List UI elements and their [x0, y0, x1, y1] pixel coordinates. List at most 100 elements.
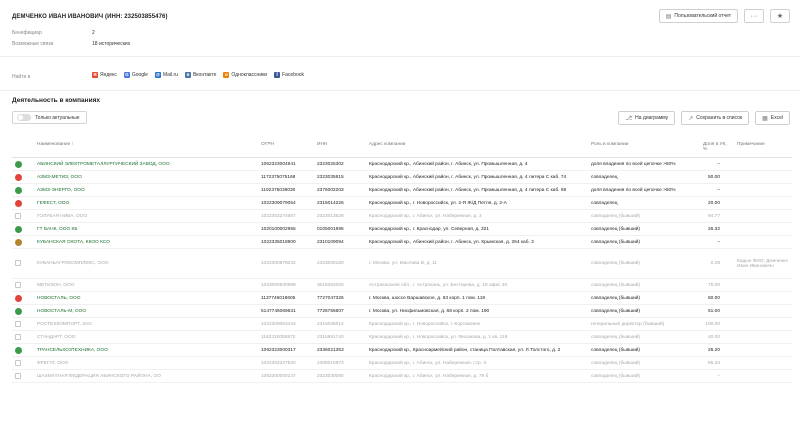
cell-share: 100.00 — [700, 317, 734, 331]
cell-name[interactable]: НОВОСТАЛЬ, ООО — [34, 291, 258, 305]
cell-ogrn: 1082300000147 — [258, 369, 314, 383]
table-row[interactable]: НОВОСТАЛЬ, ООО 1137746018605 7727047326 г. … — [12, 291, 792, 305]
column-header-inn[interactable]: ИНН — [314, 138, 366, 158]
cell-address: г. Москва, ул. Маслова В, д. 11 — [366, 248, 588, 279]
table-row[interactable]: ГЕФЕСТ, ООО 1022309079054 2315014226 Красно… — [12, 196, 792, 210]
search-link[interactable]: G Google — [123, 72, 148, 78]
cell-role: совладелец (бывший) — [588, 343, 700, 357]
table-body: АБИНСКИЙ ЭЛЕКТРОМЕТАЛЛУРГИЧЕСКИЙ ЗАВОД, … — [12, 157, 792, 383]
cell-note — [734, 343, 792, 357]
status-cell — [12, 170, 34, 184]
toggle-switch[interactable] — [17, 114, 31, 121]
cell-ogrn: 1092323000317 — [258, 343, 314, 357]
column-header-role[interactable]: Роль в компании — [588, 138, 700, 158]
table-row[interactable]: ФРЕГАТ, ООО 1022302327520 2308015973 Красно… — [12, 356, 792, 370]
table-row[interactable]: КУБАНЬАГРОКОМПЛЕКС, ООО 1022300879032 2323… — [12, 248, 792, 279]
table-row[interactable]: РОСТЕХКОМПОРТ, ЗАО 1022309053443 231503501… — [12, 317, 792, 331]
cell-share: 40.00 — [700, 330, 734, 344]
cell-inn: 2323030080 — [314, 369, 366, 383]
search-link[interactable]: о Одноклассники — [223, 72, 267, 78]
cell-name[interactable]: НОВОСТАЛЬ-М, ООО — [34, 304, 258, 318]
cell-address: Краснодарский кр., Абинский район, г. Аб… — [366, 170, 588, 184]
column-header-share[interactable]: Доля в УК, % — [700, 138, 734, 158]
more-button[interactable]: ··· — [744, 9, 764, 23]
yandex-icon: Я — [92, 72, 98, 78]
cell-inn: 2315014226 — [314, 196, 366, 210]
cell-name[interactable]: РОСТЕХКОМПОРТ, ЗАО — [34, 317, 258, 331]
cell-name[interactable]: СТАНДАРТ, ООО — [34, 330, 258, 344]
cell-name[interactable]: АБИНСКИЙ ЭЛЕКТРОМЕТАЛЛУРГИЧЕСКИЙ ЗАВОД, … — [34, 157, 258, 171]
cell-name[interactable]: ТРАНСЕЛЬХОЗТЕХНИКА, ООО — [34, 343, 258, 357]
cell-inn: 7726755607 — [314, 304, 366, 318]
cell-name[interactable]: АЗМЗ-МЕТИЗ, ООО — [34, 170, 258, 184]
table-row[interactable]: ШАХМАТНАЯ ФЕДЕРАЦИЯ АБИНСКОГО РАЙОНА, ОО… — [12, 369, 792, 383]
report-icon: ▤ — [665, 13, 672, 20]
table-row[interactable]: МЕТИЗОН, ООО 1023000830999 3015062020 Астра… — [12, 278, 792, 292]
cell-address: Краснодарский кр., Красноармейский район… — [366, 343, 588, 357]
search-link[interactable]: @ Mail.ru — [154, 72, 178, 78]
companies-table: Наименование ↑ ОГРН ИНН Адрес компании Р… — [12, 138, 792, 383]
find-in-label: Найти в — [12, 74, 31, 80]
cell-name[interactable]: ГТ БАНК, ООО КБ — [34, 222, 258, 236]
cell-ogrn: 1022303274667 — [258, 209, 314, 223]
table-row[interactable]: АЗМЗ-МЕТИЗ, ООО 1172375075168 2323035815 Кр… — [12, 170, 792, 184]
favorite-star-icon[interactable]: ★ — [770, 9, 790, 23]
table-row[interactable]: НОВОСТАЛЬ-М, ООО 5147746069631 7726755607 г… — [12, 304, 792, 318]
column-header-address[interactable]: Адрес компании — [366, 138, 588, 158]
user-report-button[interactable]: ▤ Пользовательский отчет — [658, 9, 738, 23]
cell-name[interactable]: МЕТИЗОН, ООО — [34, 278, 258, 292]
cell-name[interactable]: ШАХМАТНАЯ ФЕДЕРАЦИЯ АБИНСКОГО РАЙОНА, ОО — [34, 369, 258, 383]
table-row[interactable]: АЗМЗ-ЭНЕРГО, ООО 1192375038030 2376002203 К… — [12, 183, 792, 197]
cell-ogrn: 1022302327520 — [258, 356, 314, 370]
cell-name[interactable]: ФРЕГАТ, ООО — [34, 356, 258, 370]
section-title: Деятельность в компаниях — [12, 97, 100, 104]
cell-note — [734, 235, 792, 249]
status-cell — [12, 343, 34, 357]
search-link[interactable]: в Вконтакте — [184, 72, 217, 78]
table-row[interactable]: КУБАНСКАЯ ОХОТА, ККОО КСО 1022335018900 23… — [12, 235, 792, 249]
cell-address: г. Москва, шоссе Варшавское, д. 63 корп.… — [366, 291, 588, 305]
excel-button[interactable]: ▦ Excel — [755, 111, 790, 125]
cell-inn: 2308015973 — [314, 356, 366, 370]
cell-name[interactable]: ГЕФЕСТ, ООО — [34, 196, 258, 210]
table-header-row: Наименование ↑ ОГРН ИНН Адрес компании Р… — [12, 138, 792, 158]
connections-value[interactable]: 18 исторических — [92, 41, 130, 47]
cell-ogrn: 1020100002955 — [258, 222, 314, 236]
cell-role: совладелец (бывший) — [588, 209, 700, 223]
column-header-name[interactable]: Наименование ↑ — [34, 138, 258, 158]
beneficiary-value[interactable]: 2 — [92, 30, 95, 36]
cell-ogrn: 1022309053443 — [258, 317, 314, 331]
cell-ogrn: 1162310055972 — [258, 330, 314, 344]
table-row[interactable]: ТРАНСЕЛЬХОЗТЕХНИКА, ООО 1092323000317 2336… — [12, 343, 792, 357]
status-cell — [12, 369, 34, 383]
cell-ogrn: 1022335018900 — [258, 235, 314, 249]
table-row[interactable]: СТАНДАРТ, ООО 1162310055972 2315991743 Крас… — [12, 330, 792, 344]
cell-role: совладелец (бывший) — [588, 369, 700, 383]
column-header-ogrn[interactable]: ОГРН — [258, 138, 314, 158]
to-diagram-button[interactable]: ⎇ На диаграмму — [618, 111, 676, 125]
cell-name[interactable]: ГОЛУБАЯ НИВА, ООО — [34, 209, 258, 223]
status-cell — [12, 291, 34, 305]
only-actual-toggle[interactable]: Только актуальные — [12, 111, 87, 124]
cell-share: 50.00 — [700, 170, 734, 184]
table-row[interactable]: АБИНСКИЙ ЭЛЕКТРОМЕТАЛЛУРГИЧЕСКИЙ ЗАВОД, … — [12, 157, 792, 171]
search-link[interactable]: f Facebook — [274, 72, 304, 78]
cell-name[interactable]: АЗМЗ-ЭНЕРГО, ООО — [34, 183, 258, 197]
cell-share: 51.00 — [700, 304, 734, 318]
cell-name[interactable]: КУБАНСКАЯ ОХОТА, ККОО КСО — [34, 235, 258, 249]
save-to-list-label: Сохранить в список — [696, 115, 743, 121]
search-link-label: Вконтакте — [192, 72, 217, 78]
search-link[interactable]: Я Яндекс — [92, 72, 117, 78]
table-row[interactable]: ГОЛУБАЯ НИВА, ООО 1022303274667 2323013628… — [12, 209, 792, 223]
cell-name[interactable]: КУБАНЬАГРОКОМПЛЕКС, ООО — [34, 248, 258, 279]
column-header-note[interactable]: Примечание — [734, 138, 792, 158]
cell-share: – — [700, 157, 734, 171]
cell-address: Краснодарский кр., г. Абинск, ул. Набере… — [366, 209, 588, 223]
table-row[interactable]: ГТ БАНК, ООО КБ 1020100002955 0105001895 Кр… — [12, 222, 792, 236]
save-to-list-button[interactable]: ↗ Сохранить в список — [681, 111, 750, 125]
cell-ogrn: 1062323004941 — [258, 157, 314, 171]
cell-inn: 2376002203 — [314, 183, 366, 197]
cell-address: Краснодарский кр., Абинский район, г. Аб… — [366, 235, 588, 249]
cell-ogrn: 5147746069631 — [258, 304, 314, 318]
excel-icon: ▦ — [762, 115, 768, 122]
